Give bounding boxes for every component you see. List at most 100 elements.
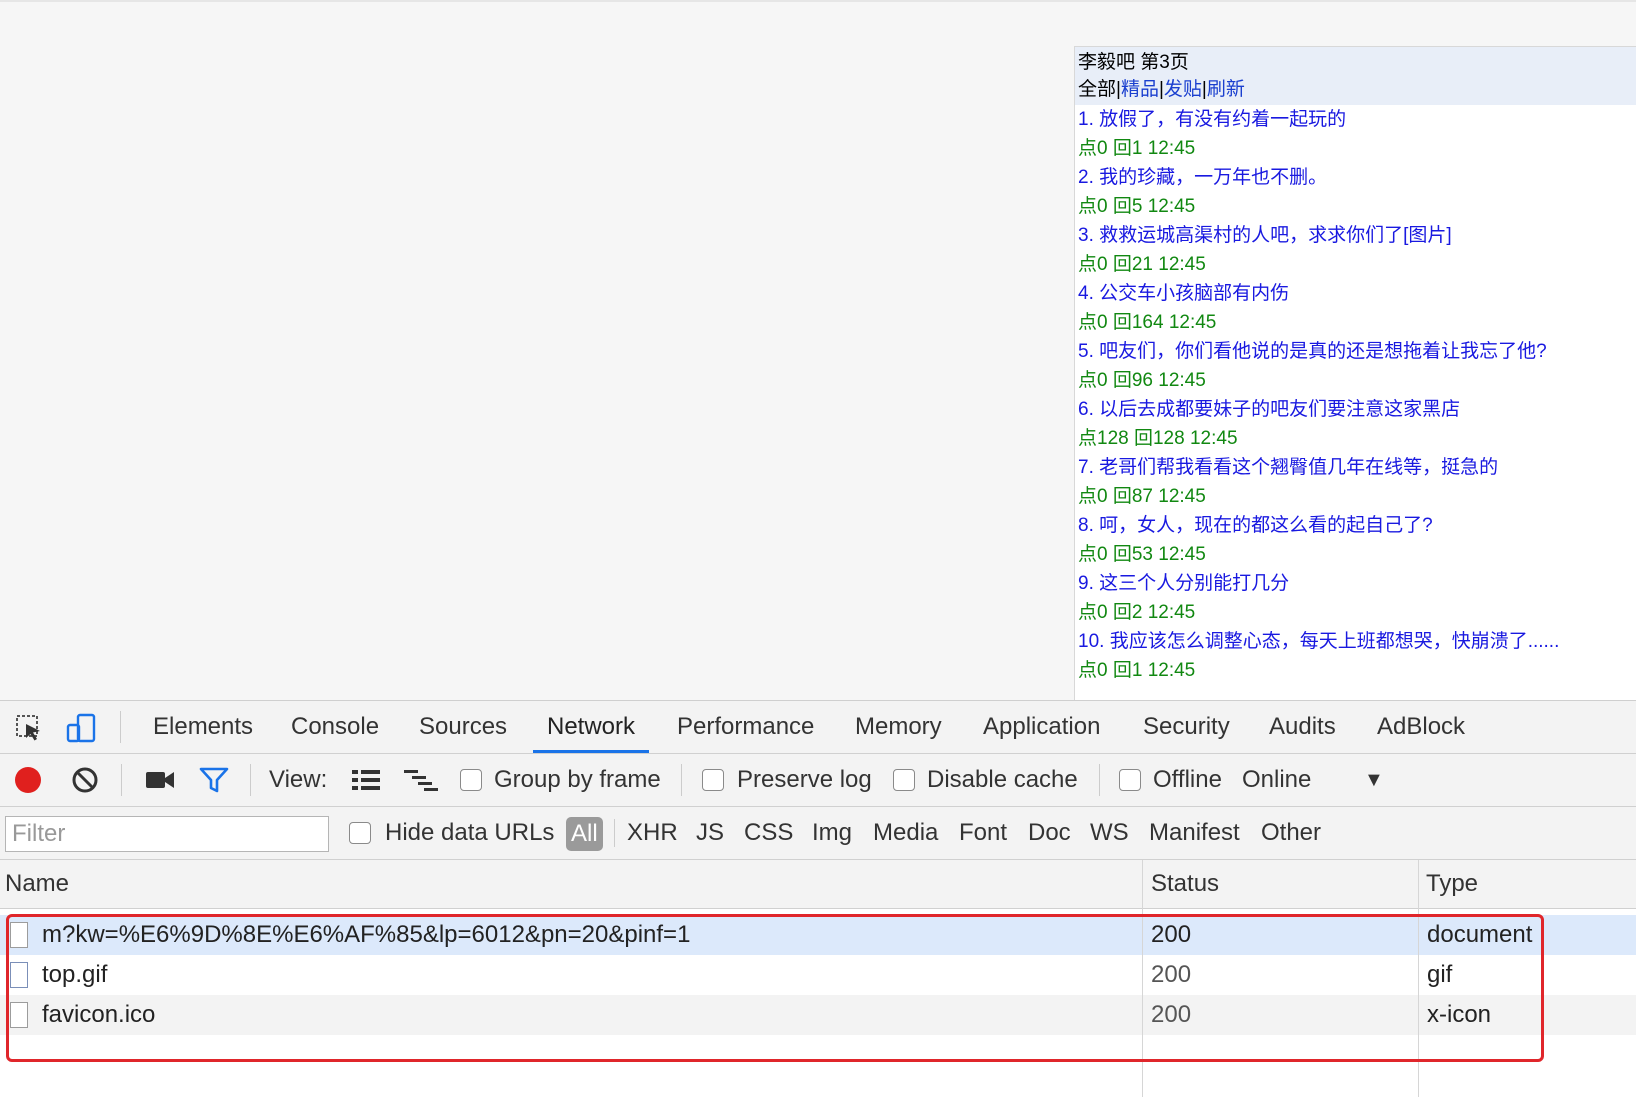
nav-link-refresh[interactable]: 刷新 [1207, 79, 1245, 100]
chevron-down-icon[interactable]: ▼ [1364, 754, 1384, 806]
list-item: 9. 这三个人分别能打几分 点0 回2 12:45 [1078, 569, 1634, 627]
nav-link-featured[interactable]: 精品 [1121, 79, 1159, 100]
list-item: 1. 放假了，有没有约着一起玩的点0 回1 12:45 [1078, 105, 1634, 163]
filter-bar: Hide data URLs All XHR JS CSS Img Media … [0, 807, 1636, 860]
type-filter-media[interactable]: Media [873, 807, 938, 859]
divider [120, 711, 121, 743]
type-filter-css[interactable]: CSS [744, 807, 793, 859]
inspect-element-icon[interactable] [14, 713, 44, 743]
tieba-page: 李毅吧 第3页 全部|精品|发贴|刷新 1. 放假了，有没有约着一起玩的点0 回… [1074, 46, 1636, 703]
table-header: Name Status Type [0, 860, 1636, 909]
document-file-icon [10, 922, 28, 948]
list-item: 2. 我的珍藏，一万年也不删。 点0 回5 12:45 [1078, 163, 1634, 221]
request-type: document [1427, 921, 1533, 948]
column-header-name[interactable]: Name [5, 860, 69, 908]
post-meta: 点0 回1 12:45 [1078, 138, 1196, 159]
post-meta: 点0 回96 12:45 [1078, 370, 1206, 391]
post-title-link[interactable]: 1. 放假了，有没有约着一起玩的 [1078, 105, 1634, 134]
type-filter-manifest[interactable]: Manifest [1149, 807, 1240, 859]
tab-elements[interactable]: Elements [153, 701, 253, 753]
post-title-link[interactable]: 8. 呵，女人，现在的都这么看的起自己了? [1078, 511, 1634, 540]
post-title-link[interactable]: 6. 以后去成都要妹子的吧友们要注意这家黑店 [1078, 395, 1634, 424]
large-rows-icon[interactable] [352, 769, 380, 796]
type-filter-font[interactable]: Font [959, 807, 1007, 859]
group-by-frame-checkbox[interactable] [460, 769, 482, 791]
post-meta: 点0 回87 12:45 [1078, 486, 1206, 507]
type-filter-all[interactable]: All [566, 817, 603, 851]
preserve-log-checkbox[interactable] [702, 769, 724, 791]
post-meta: 点0 回21 12:45 [1078, 254, 1206, 275]
image-file-icon [10, 962, 28, 988]
list-item: 3. 救救运城高渠村的人吧，求求你们了[图片] 点0 回21 12:45 [1078, 221, 1634, 279]
type-filter-doc[interactable]: Doc [1028, 807, 1071, 859]
column-divider [1142, 860, 1143, 1097]
capture-screenshots-icon[interactable] [145, 769, 175, 796]
clear-icon[interactable] [71, 766, 99, 799]
page-viewport: 李毅吧 第3页 全部|精品|发贴|刷新 1. 放假了，有没有约着一起玩的点0 回… [0, 0, 1636, 703]
request-name: top.gif [42, 961, 108, 988]
type-filter-js[interactable]: JS [696, 807, 724, 859]
request-type: gif [1427, 961, 1453, 988]
type-filter-ws[interactable]: WS [1090, 807, 1129, 859]
list-item: 5. 吧友们，你们看他说的是真的还是想拖着让我忘了他? 点0 回96 12:45 [1078, 337, 1634, 395]
throttling-select[interactable]: Online [1242, 754, 1311, 806]
post-meta: 点0 回53 12:45 [1078, 544, 1206, 565]
requests-table: Name Status Type m?kw=%E6%9D%8E%E6%AF%85… [0, 860, 1636, 1097]
table-row[interactable]: favicon.ico 200 x-icon [0, 995, 1636, 1035]
post-meta: 点0 回1 12:45 [1078, 660, 1196, 681]
device-toolbar-icon[interactable] [66, 713, 96, 743]
filter-funnel-icon[interactable] [199, 767, 229, 798]
type-filter-other[interactable]: Other [1261, 807, 1321, 859]
record-icon[interactable] [15, 767, 41, 793]
request-name: m?kw=%E6%9D%8E%E6%AF%85&lp=6012&pn=20&pi… [42, 921, 691, 948]
tab-sources[interactable]: Sources [419, 701, 507, 753]
post-title-link[interactable]: 9. 这三个人分别能打几分 [1078, 569, 1634, 598]
column-divider [1418, 860, 1419, 1097]
hide-data-urls-label: Hide data URLs [385, 819, 555, 846]
group-by-frame-label: Group by frame [494, 766, 661, 793]
table-row[interactable]: top.gif 200 gif [0, 955, 1636, 995]
post-title-link[interactable]: 7. 老哥们帮我看看这个翘臀值几年在线等，挺急的 [1078, 453, 1634, 482]
tab-adblock[interactable]: AdBlock [1377, 701, 1465, 753]
type-filter-xhr[interactable]: XHR [627, 807, 678, 859]
filter-input[interactable] [5, 816, 329, 852]
divider [1099, 764, 1100, 796]
post-title-link[interactable]: 2. 我的珍藏，一万年也不删。 [1078, 163, 1634, 192]
tab-performance[interactable]: Performance [677, 701, 814, 753]
request-status: 200 [1151, 1001, 1192, 1028]
waterfall-overview-icon[interactable] [404, 769, 438, 796]
list-item: 10. 我应该怎么调整心态，每天上班都想哭，快崩溃了...... 点0 回1 12… [1078, 627, 1634, 685]
divider [614, 819, 615, 847]
tab-network[interactable]: Network [532, 701, 650, 753]
post-list: 1. 放假了，有没有约着一起玩的点0 回1 12:45 2. 我的珍藏，一万年也… [1075, 105, 1636, 685]
offline-label: Offline [1153, 766, 1222, 793]
tab-audits[interactable]: Audits [1269, 701, 1336, 753]
list-item: 8. 呵，女人，现在的都这么看的起自己了? 点0 回53 12:45 [1078, 511, 1634, 569]
nav-all: 全部 [1078, 79, 1117, 100]
table-row[interactable]: m?kw=%E6%9D%8E%E6%AF%85&lp=6012&pn=20&pi… [0, 915, 1636, 955]
generic-file-icon [10, 1002, 28, 1028]
disable-cache-checkbox[interactable] [893, 769, 915, 791]
preserve-log-label: Preserve log [737, 766, 872, 793]
disable-cache-label: Disable cache [927, 766, 1078, 793]
hide-data-urls-checkbox[interactable] [349, 822, 371, 844]
post-title-link[interactable]: 4. 公交车小孩脑部有内伤 [1078, 279, 1634, 308]
tab-application[interactable]: Application [983, 701, 1100, 753]
request-name: favicon.ico [42, 1001, 156, 1028]
tab-console[interactable]: Console [291, 701, 379, 753]
tab-security[interactable]: Security [1143, 701, 1230, 753]
column-header-status[interactable]: Status [1151, 860, 1219, 908]
view-label: View: [269, 766, 328, 793]
column-header-type[interactable]: Type [1426, 860, 1478, 908]
tieba-header: 李毅吧 第3页 全部|精品|发贴|刷新 [1075, 47, 1636, 105]
post-title-link[interactable]: 10. 我应该怎么调整心态，每天上班都想哭，快崩溃了...... [1078, 627, 1634, 656]
type-filter-img[interactable]: Img [812, 807, 852, 859]
divider [121, 764, 122, 796]
nav-link-post[interactable]: 发贴 [1164, 79, 1202, 100]
list-item: 7. 老哥们帮我看看这个翘臀值几年在线等，挺急的点0 回87 12:45 [1078, 453, 1634, 511]
post-meta: 点0 回164 12:45 [1078, 312, 1217, 333]
post-title-link[interactable]: 3. 救救运城高渠村的人吧，求求你们了[图片] [1078, 221, 1634, 250]
post-title-link[interactable]: 5. 吧友们，你们看他说的是真的还是想拖着让我忘了他? [1078, 337, 1634, 366]
offline-checkbox[interactable] [1119, 769, 1141, 791]
tab-memory[interactable]: Memory [855, 701, 942, 753]
